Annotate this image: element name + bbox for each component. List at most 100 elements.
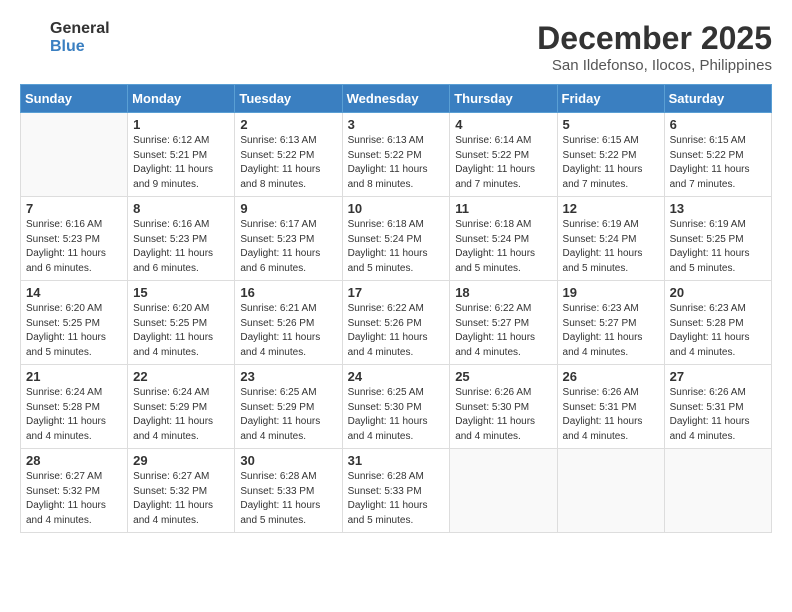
- day-info: Sunrise: 6:25 AMSunset: 5:30 PMDaylight:…: [348, 386, 445, 444]
- day-number: 22: [133, 369, 229, 384]
- day-number: 15: [133, 285, 229, 300]
- day-info: Sunrise: 6:22 AMSunset: 5:27 PMDaylight:…: [455, 302, 551, 360]
- day-info: Sunrise: 6:24 AMSunset: 5:29 PMDaylight:…: [133, 386, 229, 444]
- day-info: Sunrise: 6:16 AMSunset: 5:23 PMDaylight:…: [133, 218, 229, 276]
- calendar-cell: 26Sunrise: 6:26 AMSunset: 5:31 PMDayligh…: [557, 365, 664, 449]
- calendar-cell: [557, 449, 664, 533]
- weekday-header-wednesday: Wednesday: [342, 85, 450, 113]
- day-info: Sunrise: 6:28 AMSunset: 5:33 PMDaylight:…: [348, 470, 445, 528]
- calendar-cell: 25Sunrise: 6:26 AMSunset: 5:30 PMDayligh…: [450, 365, 557, 449]
- day-number: 27: [670, 369, 766, 384]
- day-number: 10: [348, 201, 445, 216]
- day-number: 17: [348, 285, 445, 300]
- day-number: 6: [670, 117, 766, 132]
- page-header: General Blue General Blue December 2025 …: [20, 20, 772, 74]
- logo-line2: Blue: [50, 38, 110, 56]
- day-number: 13: [670, 201, 766, 216]
- day-number: 30: [240, 453, 336, 468]
- day-number: 14: [26, 285, 122, 300]
- calendar-cell: 4 Sunrise: 6:14 AMSunset: 5:22 PMDaylight…: [450, 113, 557, 197]
- calendar-week-5: 28 Sunrise: 6:27 AMSunset: 5:32 PMDayligh…: [21, 449, 772, 533]
- day-number: 28: [26, 453, 122, 468]
- calendar-cell: 12 Sunrise: 6:19 AMSunset: 5:24 PMDayligh…: [557, 197, 664, 281]
- day-number: 18: [455, 285, 551, 300]
- day-info: Sunrise: 6:26 AMSunset: 5:30 PMDaylight:…: [455, 386, 551, 444]
- day-number: 23: [240, 369, 336, 384]
- calendar-cell: [664, 449, 771, 533]
- calendar-cell: 18 Sunrise: 6:22 AMSunset: 5:27 PMDayligh…: [450, 281, 557, 365]
- day-number: 16: [240, 285, 336, 300]
- calendar-cell: 1 Sunrise: 6:12 AMSunset: 5:21 PMDaylight…: [128, 113, 235, 197]
- day-number: 8: [133, 201, 229, 216]
- calendar-cell: 20 Sunrise: 6:23 AMSunset: 5:28 PMDayligh…: [664, 281, 771, 365]
- calendar-cell: 23 Sunrise: 6:25 AMSunset: 5:29 PMDayligh…: [235, 365, 342, 449]
- day-number: 5: [563, 117, 659, 132]
- day-number: 12: [563, 201, 659, 216]
- calendar-week-2: 7Sunrise: 6:16 AMSunset: 5:23 PMDaylight…: [21, 197, 772, 281]
- calendar-table: SundayMondayTuesdayWednesdayThursdayFrid…: [20, 84, 772, 533]
- day-info: Sunrise: 6:15 AMSunset: 5:22 PMDaylight:…: [670, 134, 766, 192]
- weekday-header-friday: Friday: [557, 85, 664, 113]
- calendar-cell: 21Sunrise: 6:24 AMSunset: 5:28 PMDayligh…: [21, 365, 128, 449]
- day-number: 11: [455, 201, 551, 216]
- day-info: Sunrise: 6:22 AMSunset: 5:26 PMDaylight:…: [348, 302, 445, 360]
- calendar-cell: 15 Sunrise: 6:20 AMSunset: 5:25 PMDayligh…: [128, 281, 235, 365]
- location-title: San Ildefonso, Ilocos, Philippines: [537, 57, 772, 74]
- calendar-cell: 2 Sunrise: 6:13 AMSunset: 5:22 PMDaylight…: [235, 113, 342, 197]
- day-info: Sunrise: 6:16 AMSunset: 5:23 PMDaylight:…: [26, 218, 122, 276]
- day-info: Sunrise: 6:14 AMSunset: 5:22 PMDaylight:…: [455, 134, 551, 192]
- calendar-cell: 24 Sunrise: 6:25 AMSunset: 5:30 PMDayligh…: [342, 365, 450, 449]
- day-info: Sunrise: 6:18 AMSunset: 5:24 PMDaylight:…: [455, 218, 551, 276]
- day-number: 29: [133, 453, 229, 468]
- weekday-header-row: SundayMondayTuesdayWednesdayThursdayFrid…: [21, 85, 772, 113]
- day-number: 4: [455, 117, 551, 132]
- day-info: Sunrise: 6:13 AMSunset: 5:22 PMDaylight:…: [240, 134, 336, 192]
- calendar-cell: 7Sunrise: 6:16 AMSunset: 5:23 PMDaylight…: [21, 197, 128, 281]
- day-info: Sunrise: 6:23 AMSunset: 5:28 PMDaylight:…: [670, 302, 766, 360]
- calendar-cell: 17 Sunrise: 6:22 AMSunset: 5:26 PMDayligh…: [342, 281, 450, 365]
- calendar-cell: 30 Sunrise: 6:28 AMSunset: 5:33 PMDayligh…: [235, 449, 342, 533]
- day-info: Sunrise: 6:12 AMSunset: 5:21 PMDaylight:…: [133, 134, 229, 192]
- day-info: Sunrise: 6:26 AMSunset: 5:31 PMDaylight:…: [670, 386, 766, 444]
- day-info: Sunrise: 6:27 AMSunset: 5:32 PMDaylight:…: [133, 470, 229, 528]
- calendar-cell: 10Sunrise: 6:18 AMSunset: 5:24 PMDayligh…: [342, 197, 450, 281]
- day-info: Sunrise: 6:13 AMSunset: 5:22 PMDaylight:…: [348, 134, 445, 192]
- day-number: 24: [348, 369, 445, 384]
- day-number: 26: [563, 369, 659, 384]
- day-number: 21: [26, 369, 122, 384]
- month-title: December 2025: [537, 20, 772, 57]
- calendar-week-3: 14 Sunrise: 6:20 AMSunset: 5:25 PMDayligh…: [21, 281, 772, 365]
- day-info: Sunrise: 6:20 AMSunset: 5:25 PMDaylight:…: [133, 302, 229, 360]
- weekday-header-sunday: Sunday: [21, 85, 128, 113]
- calendar-week-4: 21Sunrise: 6:24 AMSunset: 5:28 PMDayligh…: [21, 365, 772, 449]
- weekday-header-thursday: Thursday: [450, 85, 557, 113]
- weekday-header-saturday: Saturday: [664, 85, 771, 113]
- day-number: 20: [670, 285, 766, 300]
- day-info: Sunrise: 6:19 AMSunset: 5:24 PMDaylight:…: [563, 218, 659, 276]
- calendar-cell: 14Sunrise: 6:20 AMSunset: 5:25 PMDayligh…: [21, 281, 128, 365]
- calendar-cell: 28 Sunrise: 6:27 AMSunset: 5:32 PMDayligh…: [21, 449, 128, 533]
- title-section: December 2025 San Ildefonso, Ilocos, Phi…: [537, 20, 772, 74]
- calendar-cell: 13 Sunrise: 6:19 AMSunset: 5:25 PMDayligh…: [664, 197, 771, 281]
- calendar-cell: 11 Sunrise: 6:18 AMSunset: 5:24 PMDayligh…: [450, 197, 557, 281]
- day-number: 1: [133, 117, 229, 132]
- day-info: Sunrise: 6:27 AMSunset: 5:32 PMDaylight:…: [26, 470, 122, 528]
- calendar-week-1: 1 Sunrise: 6:12 AMSunset: 5:21 PMDaylight…: [21, 113, 772, 197]
- day-number: 9: [240, 201, 336, 216]
- calendar-cell: 19 Sunrise: 6:23 AMSunset: 5:27 PMDayligh…: [557, 281, 664, 365]
- day-number: 19: [563, 285, 659, 300]
- day-info: Sunrise: 6:19 AMSunset: 5:25 PMDaylight:…: [670, 218, 766, 276]
- calendar-cell: 9Sunrise: 6:17 AMSunset: 5:23 PMDaylight…: [235, 197, 342, 281]
- calendar-cell: 22 Sunrise: 6:24 AMSunset: 5:29 PMDayligh…: [128, 365, 235, 449]
- weekday-header-monday: Monday: [128, 85, 235, 113]
- day-number: 2: [240, 117, 336, 132]
- day-info: Sunrise: 6:21 AMSunset: 5:26 PMDaylight:…: [240, 302, 336, 360]
- day-info: Sunrise: 6:23 AMSunset: 5:27 PMDaylight:…: [563, 302, 659, 360]
- calendar-cell: 31 Sunrise: 6:28 AMSunset: 5:33 PMDayligh…: [342, 449, 450, 533]
- calendar-cell: 3Sunrise: 6:13 AMSunset: 5:22 PMDaylight…: [342, 113, 450, 197]
- day-info: Sunrise: 6:25 AMSunset: 5:29 PMDaylight:…: [240, 386, 336, 444]
- calendar-cell: 16 Sunrise: 6:21 AMSunset: 5:26 PMDayligh…: [235, 281, 342, 365]
- day-number: 31: [348, 453, 445, 468]
- day-info: Sunrise: 6:28 AMSunset: 5:33 PMDaylight:…: [240, 470, 336, 528]
- calendar-cell: 27 Sunrise: 6:26 AMSunset: 5:31 PMDayligh…: [664, 365, 771, 449]
